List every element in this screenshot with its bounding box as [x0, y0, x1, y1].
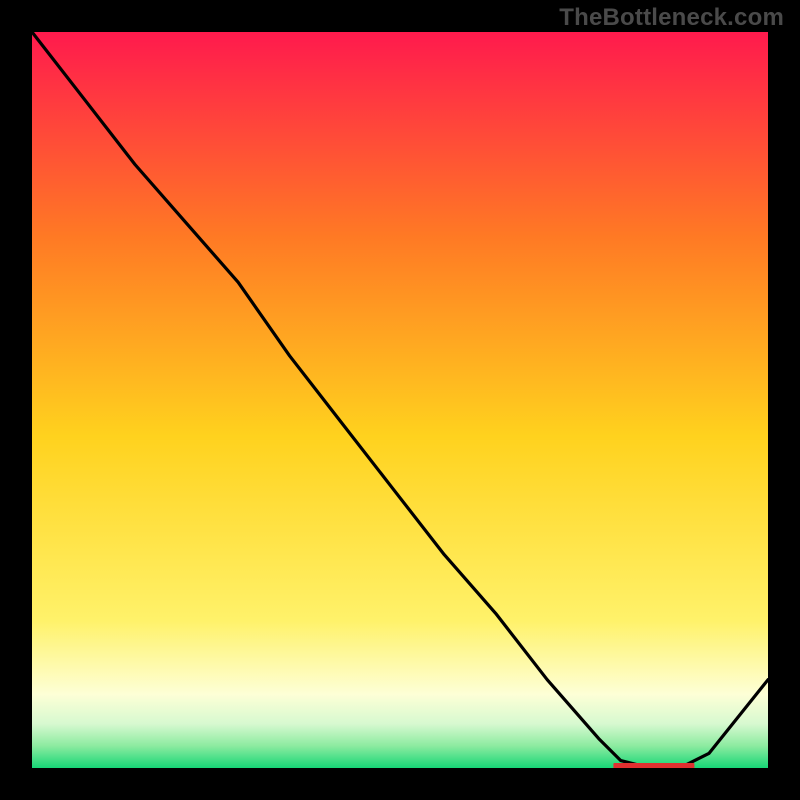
gradient-rect — [32, 32, 768, 768]
plot-area — [32, 32, 768, 768]
chart-frame: TheBottleneck.com — [0, 0, 800, 800]
watermark-text: TheBottleneck.com — [559, 4, 784, 32]
minimum-marker — [613, 763, 694, 768]
plot-svg — [32, 32, 768, 768]
